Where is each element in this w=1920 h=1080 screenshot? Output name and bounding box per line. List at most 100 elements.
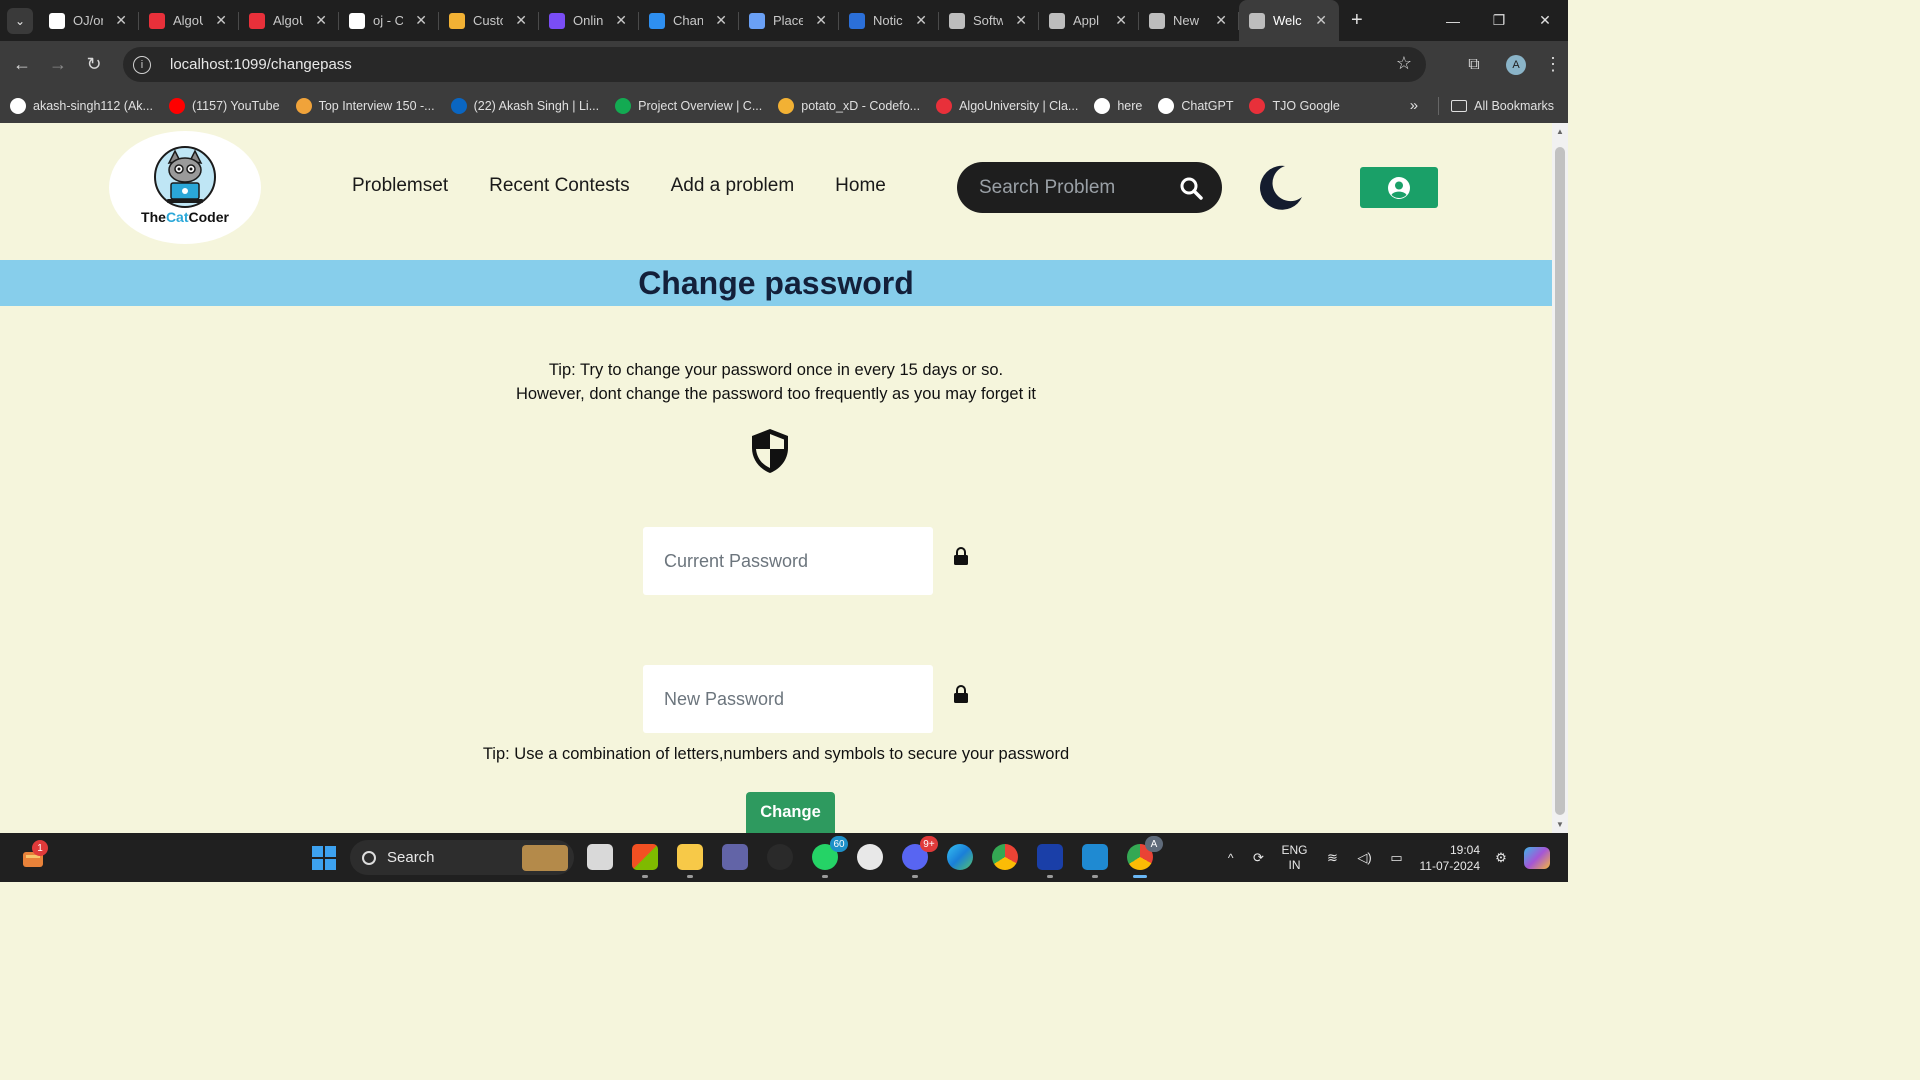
bookmark-item[interactable]: potato_xD - Codefo... bbox=[778, 97, 920, 114]
edge-icon[interactable] bbox=[947, 844, 973, 870]
volume-icon[interactable]: ◁) bbox=[1356, 850, 1374, 866]
close-tab-icon[interactable]: ✕ bbox=[715, 12, 727, 29]
browser-tab[interactable]: New ✕ bbox=[1139, 0, 1239, 41]
discord-icon[interactable]: 9+ bbox=[902, 836, 938, 878]
close-tab-icon[interactable]: ✕ bbox=[815, 12, 827, 29]
restore-button[interactable]: ❐ bbox=[1476, 0, 1522, 41]
profile-avatar[interactable]: A bbox=[1506, 54, 1526, 75]
nav-problemset[interactable]: Problemset bbox=[352, 175, 448, 197]
task-view-icon[interactable] bbox=[587, 844, 613, 870]
chrome-icon bbox=[1149, 12, 1165, 29]
browser-tab[interactable]: Notic ✕ bbox=[839, 0, 939, 41]
teams-icon[interactable] bbox=[722, 844, 748, 870]
url-text[interactable]: localhost:1099/changepass bbox=[170, 56, 352, 73]
dev-tool-icon[interactable] bbox=[1037, 844, 1063, 878]
close-tab-icon[interactable]: ✕ bbox=[1115, 12, 1127, 29]
chrome-profile-icon[interactable]: A bbox=[1127, 836, 1163, 878]
close-tab-icon[interactable]: ✕ bbox=[915, 12, 927, 29]
close-tab-icon[interactable]: ✕ bbox=[1015, 12, 1027, 29]
nav-recent-contests[interactable]: Recent Contests bbox=[489, 175, 629, 197]
new-tab-button[interactable]: + bbox=[1351, 9, 1363, 32]
vscode-icon[interactable] bbox=[1082, 844, 1108, 878]
close-window-button[interactable]: ✕ bbox=[1522, 0, 1568, 41]
show-hidden-icons-icon[interactable]: ^ bbox=[1228, 851, 1234, 865]
close-tab-icon[interactable]: ✕ bbox=[215, 12, 227, 29]
bookmark-item[interactable]: Project Overview | C... bbox=[615, 97, 762, 114]
search-input[interactable]: Search Problem bbox=[979, 177, 1115, 199]
wifi-icon[interactable]: ≋ bbox=[1324, 850, 1342, 866]
system-clock[interactable]: 19:04 11-07-2024 bbox=[1420, 842, 1481, 874]
chrome-icon[interactable] bbox=[992, 844, 1018, 870]
bookmark-item[interactable]: akash-singh112 (Ak... bbox=[10, 97, 153, 114]
algouniversity-icon bbox=[249, 12, 265, 29]
dark-mode-moon-icon[interactable] bbox=[1255, 163, 1305, 213]
page-scrollbar[interactable]: ▲ ▼ bbox=[1552, 123, 1568, 833]
nav-home[interactable]: Home bbox=[835, 175, 886, 197]
back-button[interactable]: ← bbox=[4, 47, 40, 83]
scrollbar-thumb[interactable] bbox=[1555, 147, 1565, 815]
new-password-field[interactable] bbox=[643, 665, 933, 733]
profile-button[interactable] bbox=[1360, 167, 1438, 208]
widgets-button[interactable]: 1 bbox=[20, 840, 48, 870]
forward-button[interactable]: → bbox=[40, 47, 76, 83]
extensions-icon[interactable]: ⧉ bbox=[1454, 56, 1494, 74]
settings-gear-icon[interactable]: ⚙ bbox=[1492, 850, 1510, 866]
close-tab-icon[interactable]: ✕ bbox=[315, 12, 327, 29]
browser-tab[interactable]: Softw ✕ bbox=[939, 0, 1039, 41]
all-bookmarks-link[interactable]: All Bookmarks bbox=[1474, 99, 1554, 113]
close-tab-icon[interactable]: ✕ bbox=[615, 12, 627, 29]
app-dark-icon[interactable] bbox=[767, 844, 793, 870]
browser-tab[interactable]: Onlin ✕ bbox=[539, 0, 639, 41]
bookmark-favicon-icon bbox=[778, 97, 795, 114]
scroll-up-arrow-icon[interactable]: ▲ bbox=[1556, 127, 1564, 136]
clock-app-icon[interactable] bbox=[857, 844, 883, 870]
globe-icon bbox=[1049, 12, 1065, 29]
browser-tab[interactable]: Chan ✕ bbox=[639, 0, 739, 41]
tab-search-button[interactable]: ⌄ bbox=[7, 7, 33, 34]
scroll-down-arrow-icon[interactable]: ▼ bbox=[1556, 820, 1564, 829]
current-password-field[interactable] bbox=[643, 527, 933, 595]
close-tab-icon[interactable]: ✕ bbox=[515, 12, 527, 29]
minimize-button[interactable]: — bbox=[1430, 0, 1476, 41]
taskbar-search[interactable]: Search bbox=[350, 840, 574, 875]
browser-tab[interactable]: AlgoU ✕ bbox=[239, 0, 339, 41]
browser-tab[interactable]: Place ✕ bbox=[739, 0, 839, 41]
address-bar[interactable]: i localhost:1099/changepass ☆ bbox=[123, 47, 1426, 82]
nav-add-problem[interactable]: Add a problem bbox=[671, 175, 795, 197]
browser-tab[interactable]: OJ/or ✕ bbox=[39, 0, 139, 41]
close-tab-icon[interactable]: ✕ bbox=[115, 12, 127, 29]
file-explorer-icon[interactable] bbox=[677, 844, 703, 878]
problem-search[interactable]: Search Problem bbox=[957, 162, 1222, 213]
bookmark-item[interactable]: (1157) YouTube bbox=[168, 97, 280, 114]
whatsapp-icon[interactable]: 60 bbox=[812, 836, 848, 878]
copilot-icon[interactable] bbox=[1524, 846, 1550, 869]
bookmark-star-icon[interactable]: ☆ bbox=[1396, 53, 1412, 74]
browser-tab[interactable]: oj - C ✕ bbox=[339, 0, 439, 41]
site-info-icon[interactable]: i bbox=[133, 55, 151, 74]
close-tab-icon[interactable]: ✕ bbox=[415, 12, 427, 29]
close-tab-icon[interactable]: ✕ bbox=[1215, 12, 1227, 29]
more-bookmarks-icon[interactable]: » bbox=[1410, 97, 1418, 114]
change-password-button[interactable]: Change bbox=[746, 792, 835, 833]
browser-tab[interactable]: Welc ✕ bbox=[1239, 0, 1339, 41]
bookmark-item[interactable]: TJO Google bbox=[1249, 97, 1340, 114]
bookmark-item[interactable]: (22) Akash Singh | Li... bbox=[450, 97, 599, 114]
search-icon[interactable] bbox=[1179, 176, 1203, 200]
browser-tab[interactable]: Custo ✕ bbox=[439, 0, 539, 41]
window-controls: — ❐ ✕ bbox=[1430, 0, 1568, 41]
sync-icon[interactable]: ⟳ bbox=[1249, 850, 1267, 866]
browser-tab[interactable]: AlgoU ✕ bbox=[139, 0, 239, 41]
start-windows-icon[interactable] bbox=[312, 846, 336, 870]
bookmark-item[interactable]: Top Interview 150 -... bbox=[295, 97, 435, 114]
site-logo[interactable]: TheCatCoder bbox=[109, 131, 261, 244]
input-language[interactable]: ENG IN bbox=[1281, 843, 1307, 873]
browser-menu-icon[interactable]: ⋮ bbox=[1538, 54, 1568, 75]
close-tab-icon[interactable]: ✕ bbox=[1315, 12, 1327, 29]
browser-tab[interactable]: Appl ✕ bbox=[1039, 0, 1139, 41]
bookmark-item[interactable]: AlgoUniversity | Cla... bbox=[936, 97, 1078, 114]
bookmark-item[interactable]: ChatGPT bbox=[1158, 97, 1233, 114]
bookmark-item[interactable]: here bbox=[1094, 97, 1142, 114]
reload-button[interactable]: ↻ bbox=[76, 47, 112, 83]
battery-icon[interactable]: ▭ bbox=[1388, 850, 1406, 866]
microsoft-store-icon[interactable] bbox=[632, 844, 658, 878]
